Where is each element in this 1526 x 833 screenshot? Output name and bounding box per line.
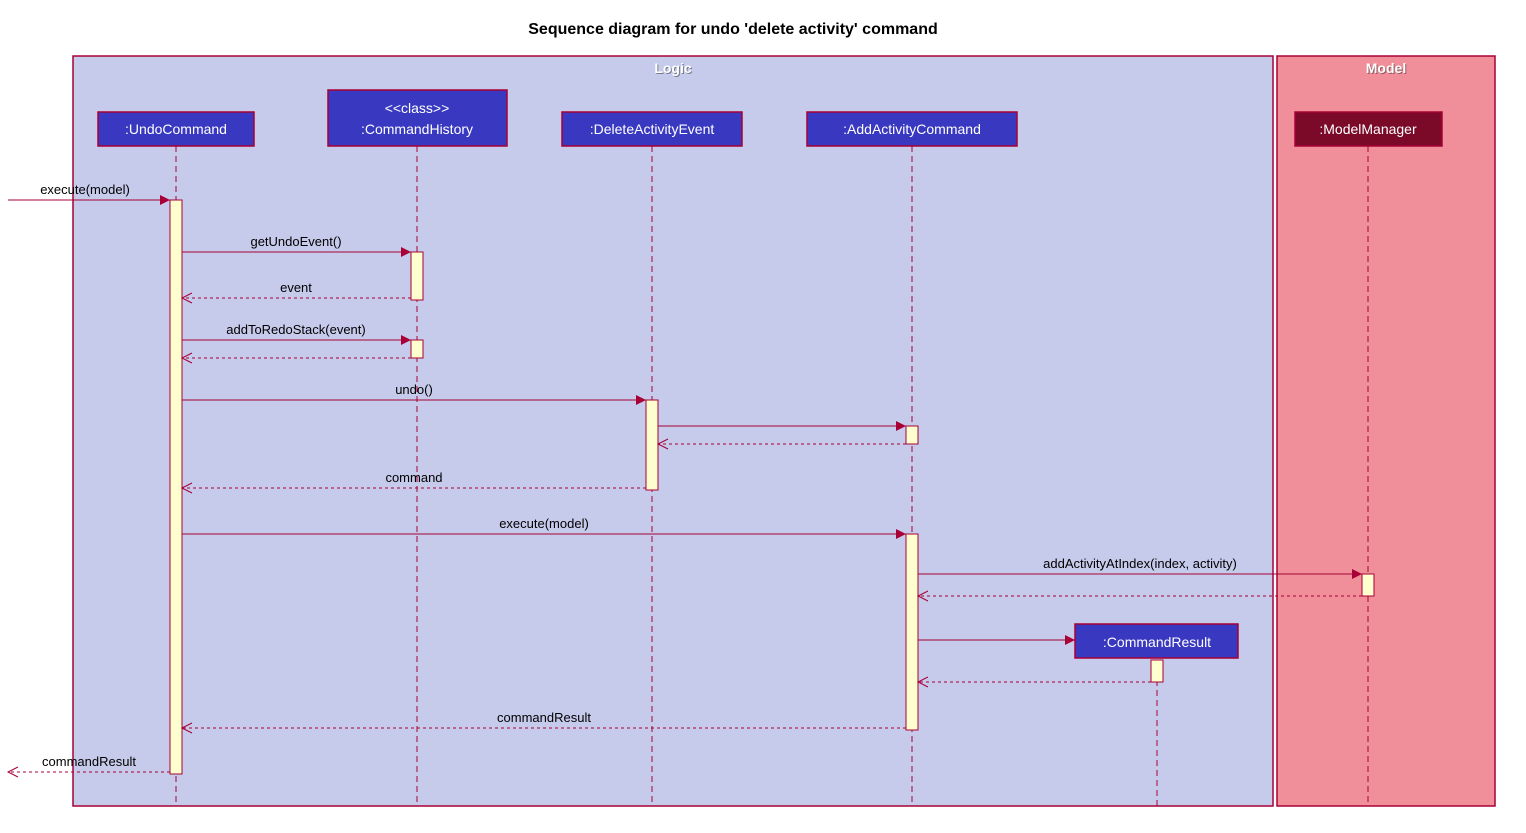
command-history-label: :CommandHistory [361,121,473,137]
model-manager-activation [1362,574,1374,596]
diagram-title: Sequence diagram for undo 'delete activi… [528,21,937,38]
sequence-diagram: Sequence diagram for undo 'delete activi… [0,0,1526,833]
add-activity-command-activation-1 [906,426,918,444]
msg-undo-label: undo() [395,382,433,397]
msg-event-label: event [280,280,312,295]
command-result-label: :CommandResult [1103,634,1211,650]
model-manager-label: :ModelManager [1319,121,1417,137]
add-activity-command-label: :AddActivityCommand [843,121,981,137]
delete-activity-event-activation [646,400,658,490]
delete-activity-event-label: :DeleteActivityEvent [590,121,715,137]
add-activity-command-activation-2 [906,534,918,730]
logic-frame-label: Logic [654,60,692,76]
undo-command-activation [170,200,182,774]
command-result-activation [1151,660,1163,682]
command-history-activation-1 [411,252,423,300]
msg-execute-in-label: execute(model) [40,182,130,197]
command-history-box [328,90,507,146]
msg-addtoredostack-label: addToRedoStack(event) [226,322,365,337]
msg-addactivityatindex-label: addActivityAtIndex(index, activity) [1043,556,1237,571]
logic-frame-bg [73,56,1273,806]
msg-commandresult-label: commandResult [497,710,591,725]
command-history-activation-2 [411,340,423,358]
msg-commandresult-out-label: commandResult [42,754,136,769]
model-frame-bg [1277,56,1495,806]
msg-getundoevent-label: getUndoEvent() [250,234,341,249]
undo-command-label: :UndoCommand [125,121,227,137]
msg-command-label: command [385,470,442,485]
model-frame-label: Model [1366,60,1406,76]
msg-execute2-label: execute(model) [499,516,589,531]
command-history-stereotype: <<class>> [385,100,450,116]
